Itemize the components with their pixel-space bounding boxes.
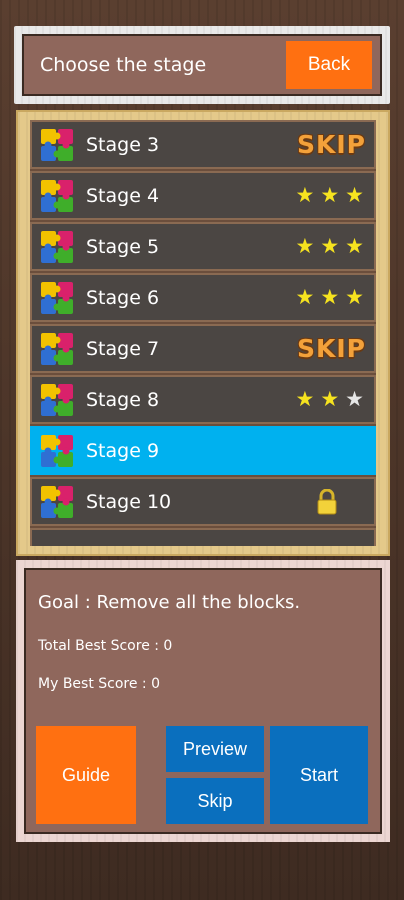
star-icon: ★ <box>345 234 364 258</box>
preview-button[interactable]: Preview <box>166 726 264 772</box>
info-panel-frame: Goal : Remove all the blocks. Total Best… <box>16 560 390 842</box>
my-best-score: My Best Score : 0 <box>38 676 161 692</box>
stage-row[interactable]: Stage 9 <box>30 426 376 475</box>
star-rating: ★ ★ ★ <box>296 389 364 410</box>
page-title: Choose the stage <box>40 54 207 76</box>
stage-row[interactable]: Stage 6 ★ ★ ★ <box>30 273 376 322</box>
skip-badge: SKIP <box>296 130 366 159</box>
start-button[interactable]: Start <box>270 726 368 824</box>
lock-icon <box>316 488 338 515</box>
star-icon: ★ <box>320 183 340 207</box>
goal-text: Goal : Remove all the blocks. <box>38 592 301 613</box>
star-icon: ★ <box>295 234 315 258</box>
puzzle-icon <box>40 230 74 264</box>
star-icon: ★ <box>345 387 364 411</box>
header-bar: Choose the stage Back <box>22 34 382 96</box>
info-panel: Goal : Remove all the blocks. Total Best… <box>24 568 382 834</box>
star-icon: ★ <box>295 183 315 207</box>
stage-label: Stage 10 <box>86 490 172 513</box>
star-rating: ★ ★ ★ <box>296 236 364 257</box>
star-icon: ★ <box>295 387 315 411</box>
puzzle-icon <box>40 128 74 162</box>
stage-label: Stage 6 <box>86 286 160 309</box>
puzzle-icon <box>40 281 74 315</box>
stage-label: Stage 4 <box>86 184 160 207</box>
stage-label: Stage 7 <box>86 337 160 360</box>
puzzle-icon <box>40 485 74 519</box>
star-icon: ★ <box>320 285 340 309</box>
total-best-score: Total Best Score : 0 <box>38 638 173 654</box>
stage-label: Stage 9 <box>86 439 160 462</box>
stage-label: Stage 3 <box>86 133 160 156</box>
stage-row[interactable]: Stage 5 ★ ★ ★ <box>30 222 376 271</box>
stage-row[interactable]: Stage 4 ★ ★ ★ <box>30 171 376 220</box>
stage-label: Stage 5 <box>86 235 160 258</box>
skip-button[interactable]: Skip <box>166 778 264 824</box>
stage-label: Stage 8 <box>86 388 160 411</box>
guide-button[interactable]: Guide <box>36 726 136 824</box>
stage-row[interactable]: Stage 7 SKIP <box>30 324 376 373</box>
star-icon: ★ <box>345 285 364 309</box>
puzzle-icon <box>40 332 74 366</box>
star-icon: ★ <box>345 183 364 207</box>
puzzle-icon <box>40 179 74 213</box>
stage-list-frame: Stage 3 SKIP Stage 4 ★ ★ ★ Stage 5 ★ ★ ★ Stage … <box>16 110 390 556</box>
stage-row[interactable]: Stage 3 SKIP <box>30 120 376 169</box>
star-icon: ★ <box>320 234 340 258</box>
star-rating: ★ ★ ★ <box>296 287 364 308</box>
puzzle-icon <box>40 383 74 417</box>
star-icon: ★ <box>320 387 340 411</box>
skip-badge: SKIP <box>296 334 366 363</box>
star-rating: ★ ★ ★ <box>296 185 364 206</box>
header-frame: Choose the stage Back <box>14 26 390 104</box>
back-button[interactable]: Back <box>286 41 372 89</box>
stage-row[interactable]: Stage 8 ★ ★ ★ <box>30 375 376 424</box>
stage-row[interactable]: Stage 10 <box>30 477 376 526</box>
star-icon: ★ <box>295 285 315 309</box>
stage-list[interactable]: Stage 3 SKIP Stage 4 ★ ★ ★ Stage 5 ★ ★ ★ Stage … <box>30 120 376 546</box>
stage-row-partial[interactable] <box>30 528 376 546</box>
puzzle-icon <box>40 434 74 468</box>
